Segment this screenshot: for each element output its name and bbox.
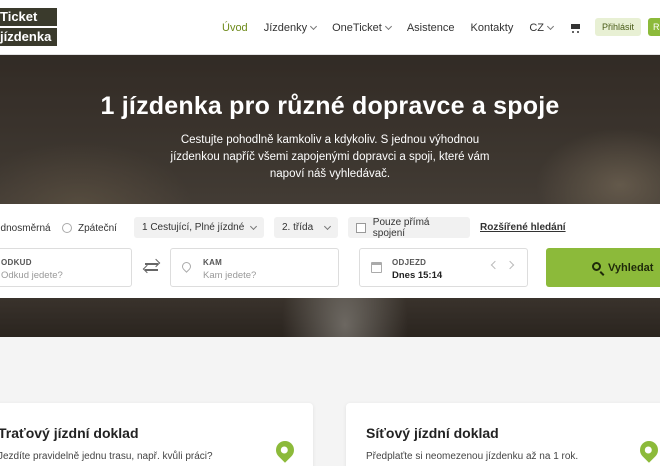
nav-item-kontakty[interactable]: Kontakty [471, 22, 514, 34]
chevron-right-icon[interactable] [505, 260, 515, 270]
chevron-down-icon [323, 222, 332, 230]
chevron-down-icon [310, 22, 318, 30]
trip-return-radio[interactable]: Zpáteční [62, 220, 117, 236]
nav-item-oneticket[interactable]: OneTicket [332, 22, 392, 34]
card-text: Jezdíte pravidelně jednu trasu, např. kv… [0, 451, 213, 462]
hero-title: 1 jízdenka pro různé dopravce a spoje [100, 92, 560, 120]
chevron-down-icon [546, 22, 555, 30]
advanced-search-link[interactable]: Rozšířené hledání [480, 222, 566, 233]
calendar-icon [371, 262, 382, 273]
ticket-card[interactable]: Síťový jízdní doklad Předplaťte si neome… [346, 403, 660, 466]
class-select[interactable]: 2. třída [274, 217, 338, 238]
register-button[interactable]: R [648, 18, 660, 36]
card-title: Traťový jízdní doklad [0, 425, 139, 441]
location-pin-icon [180, 260, 193, 273]
nav-item-uvod[interactable]: Úvod [222, 22, 248, 34]
site-header: Ticket jízdenka Úvod Jízdenky OneTicket … [0, 0, 660, 55]
location-pin-icon [272, 437, 298, 463]
logo-line-1: Ticket [0, 8, 58, 26]
chevron-down-icon [384, 22, 392, 30]
direct-only-checkbox[interactable]: Pouze přímá spojení [348, 217, 470, 239]
language-select[interactable]: CZ [529, 22, 555, 34]
chevron-down-icon [249, 222, 258, 230]
logo[interactable]: Ticket jízdenka [0, 8, 58, 48]
trip-oneway-radio[interactable]: Jednosměrná [0, 220, 51, 236]
search-filters: Jednosměrná Zpáteční 1 Cestující, Plné j… [0, 216, 660, 240]
to-field[interactable]: KAM Kam jedete? [170, 248, 339, 287]
departure-field[interactable]: ODJEZD Dnes 15:14 [359, 248, 528, 287]
departure-value: Dnes 15:14 [392, 270, 443, 281]
checkbox-icon [356, 222, 366, 233]
from-field[interactable]: ODKUD Odkud jedete? [0, 248, 132, 287]
chevron-left-icon[interactable] [490, 260, 500, 270]
passengers-select[interactable]: 1 Cestující, Plné jízdné [134, 217, 264, 238]
cart-icon[interactable] [569, 22, 583, 34]
from-input[interactable]: Odkud jedete? [1, 270, 63, 281]
logo-line-2: jízdenka [0, 28, 58, 46]
ticket-card[interactable]: Traťový jízdní doklad Jezdíte pravidelně… [0, 403, 313, 466]
nav-item-jizdenky[interactable]: Jízdenky [264, 22, 318, 34]
swap-icon[interactable] [144, 259, 160, 275]
location-pin-icon [636, 437, 660, 463]
nav-item-asistence[interactable]: Asistence [407, 22, 455, 34]
card-text: Předplaťte si neomezenou jízdenku až na … [366, 451, 579, 462]
login-button[interactable]: Přihlásit [595, 18, 641, 36]
search-icon [592, 262, 601, 271]
radio-icon [62, 223, 72, 233]
search-button[interactable]: Vyhledat [546, 248, 660, 287]
main-nav: Úvod Jízdenky OneTicket Asistence Kontak… [222, 0, 601, 55]
to-input[interactable]: Kam jedete? [203, 270, 256, 281]
hero-subtitle: Cestujte pohodlně kamkoliv a kdykoliv. S… [170, 134, 490, 180]
card-title: Síťový jízdní doklad [366, 425, 499, 441]
